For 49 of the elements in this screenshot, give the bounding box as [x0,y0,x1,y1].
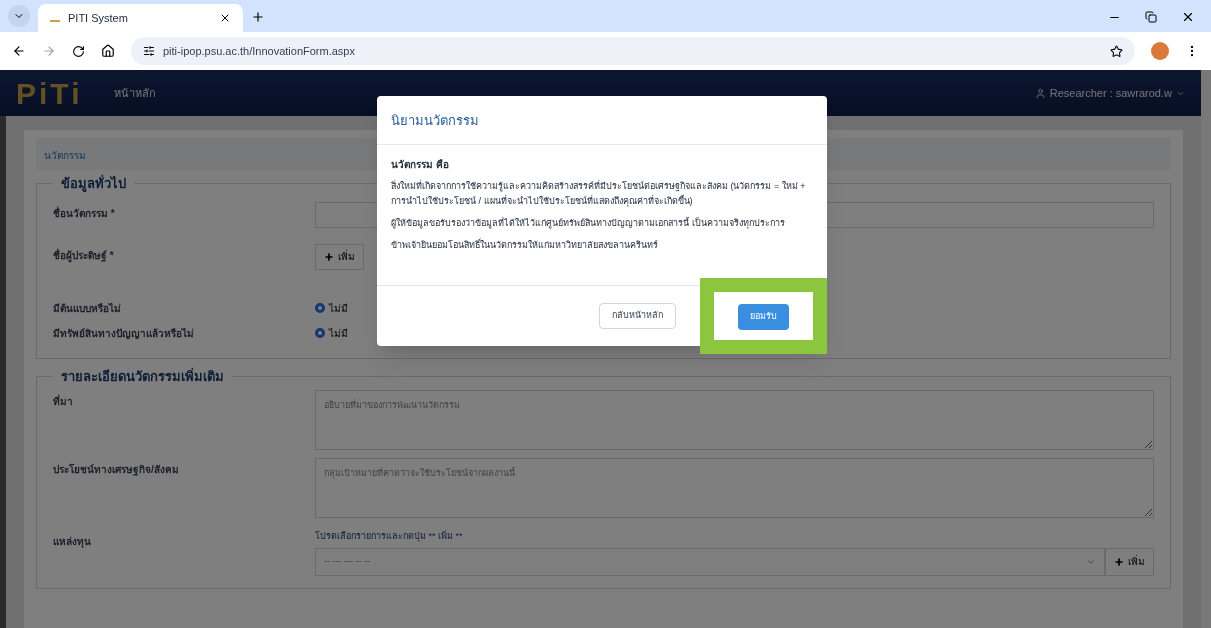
modal-paragraph: ผู้ให้ข้อมูลขอรับรองว่าข้อมูลที่ได้ให้ไว้แก่ศูนย์ทรัพย์สินทางปัญญาตามเอกสารนี้ เป็นความจริงทุกประการ [391,216,786,231]
modal-title: นิยามนวัตกรรม [391,113,479,128]
field-label: ประโยชน์ทางเศรษฐกิจ/สังคม [53,463,180,477]
back-icon[interactable] [12,44,26,58]
section-legend: ข้อมูลทั่วไป [53,174,134,194]
tab-title: PITI System [68,10,129,26]
url-text: piti-ipop.psu.ac.th/InnovationForm.aspx [163,43,355,59]
add-button[interactable]: เพิ่ม [1105,547,1154,576]
profile-avatar[interactable] [1151,42,1169,60]
user-menu[interactable]: Researcher : sawrarod.w [1034,84,1185,102]
radio-button[interactable] [315,328,325,338]
radio-button[interactable] [315,303,325,313]
bookmark-star-icon[interactable] [1110,44,1123,58]
scrollbar[interactable] [1201,70,1211,628]
site-settings-icon[interactable] [143,45,155,57]
radio-label: ไม่มี [329,326,348,341]
accept-button[interactable]: ยอมรับ [738,303,789,330]
modal-paragraph: ข้าพเจ้ายินยอมโอนสิทธิ์ในนวัตกรรมให้แก่มหาวิทยาลัยสงขลานครินทร์ [391,238,659,252]
modal-heading: นวัตกรรม คือ [391,158,450,172]
close-icon[interactable] [219,12,231,24]
new-tab-icon[interactable] [251,10,265,24]
field-label: แหล่งทุน [53,535,92,549]
text-area[interactable]: อธิบายที่มาของการพัฒนานวัตกรรม [315,390,1154,450]
field-label: มีต้นแบบหรือไม่ [53,301,122,316]
tab-list-button[interactable] [8,5,30,27]
plus-icon [324,251,334,262]
user-icon [1034,87,1046,99]
field-hint: โปรดเลือกรายการและกดปุ่ม ** เพิ่ม ** [315,530,464,544]
address-bar[interactable]: piti-ipop.psu.ac.th/InnovationForm.aspx [131,37,1135,65]
text-area[interactable]: กลุ่มเป้าหมายที่คาดว่าจะใช้ประโยชน์จากผลงานนี้ [315,458,1154,518]
reload-icon[interactable] [72,44,85,58]
logo[interactable]: PiTi [16,70,83,116]
breadcrumb-link[interactable]: นวัตกรรม [44,150,86,161]
home-icon[interactable] [101,44,115,58]
close-icon[interactable] [1181,10,1195,24]
radio-label: ไม่มี [329,301,348,316]
select-field[interactable]: -- --- --- -- -- [315,547,1105,576]
plus-icon [1114,556,1124,567]
field-label: ชื่อผู้ประดิษฐ์ * [53,247,115,263]
add-button[interactable]: เพิ่ม [315,243,364,270]
field-label: ที่มา [53,393,74,409]
browser-tab[interactable]: PITI System [38,4,243,32]
section-legend: รายละเอียดนวัตกรรมเพิ่มเติม [53,366,232,386]
home-link[interactable]: หน้าหลัก [114,84,157,102]
back-button[interactable]: กลับหน้าหลัก [599,302,676,329]
restore-icon[interactable] [1145,11,1157,23]
field-label: ชื่อนวัตกรรม * [53,205,116,221]
field-label: มีทรัพย์สินทางปัญญาแล้วหรือไม่ [53,326,195,341]
modal-paragraph: สิ่งใหม่ที่เกิดจากการใช้ความรู้และความคิดสร้างสรรค์ที่มีประโยชน์ต่อเศรษฐกิจและสังคม (นวัตกรรม = ใหม่ + การนำไปใช้ประโยชน์ / แผนที่จะนำไปใช้ประโยชน์ที่แสดงถึงคุณค่าที่จะเกิดขึ้น) [391,179,807,209]
